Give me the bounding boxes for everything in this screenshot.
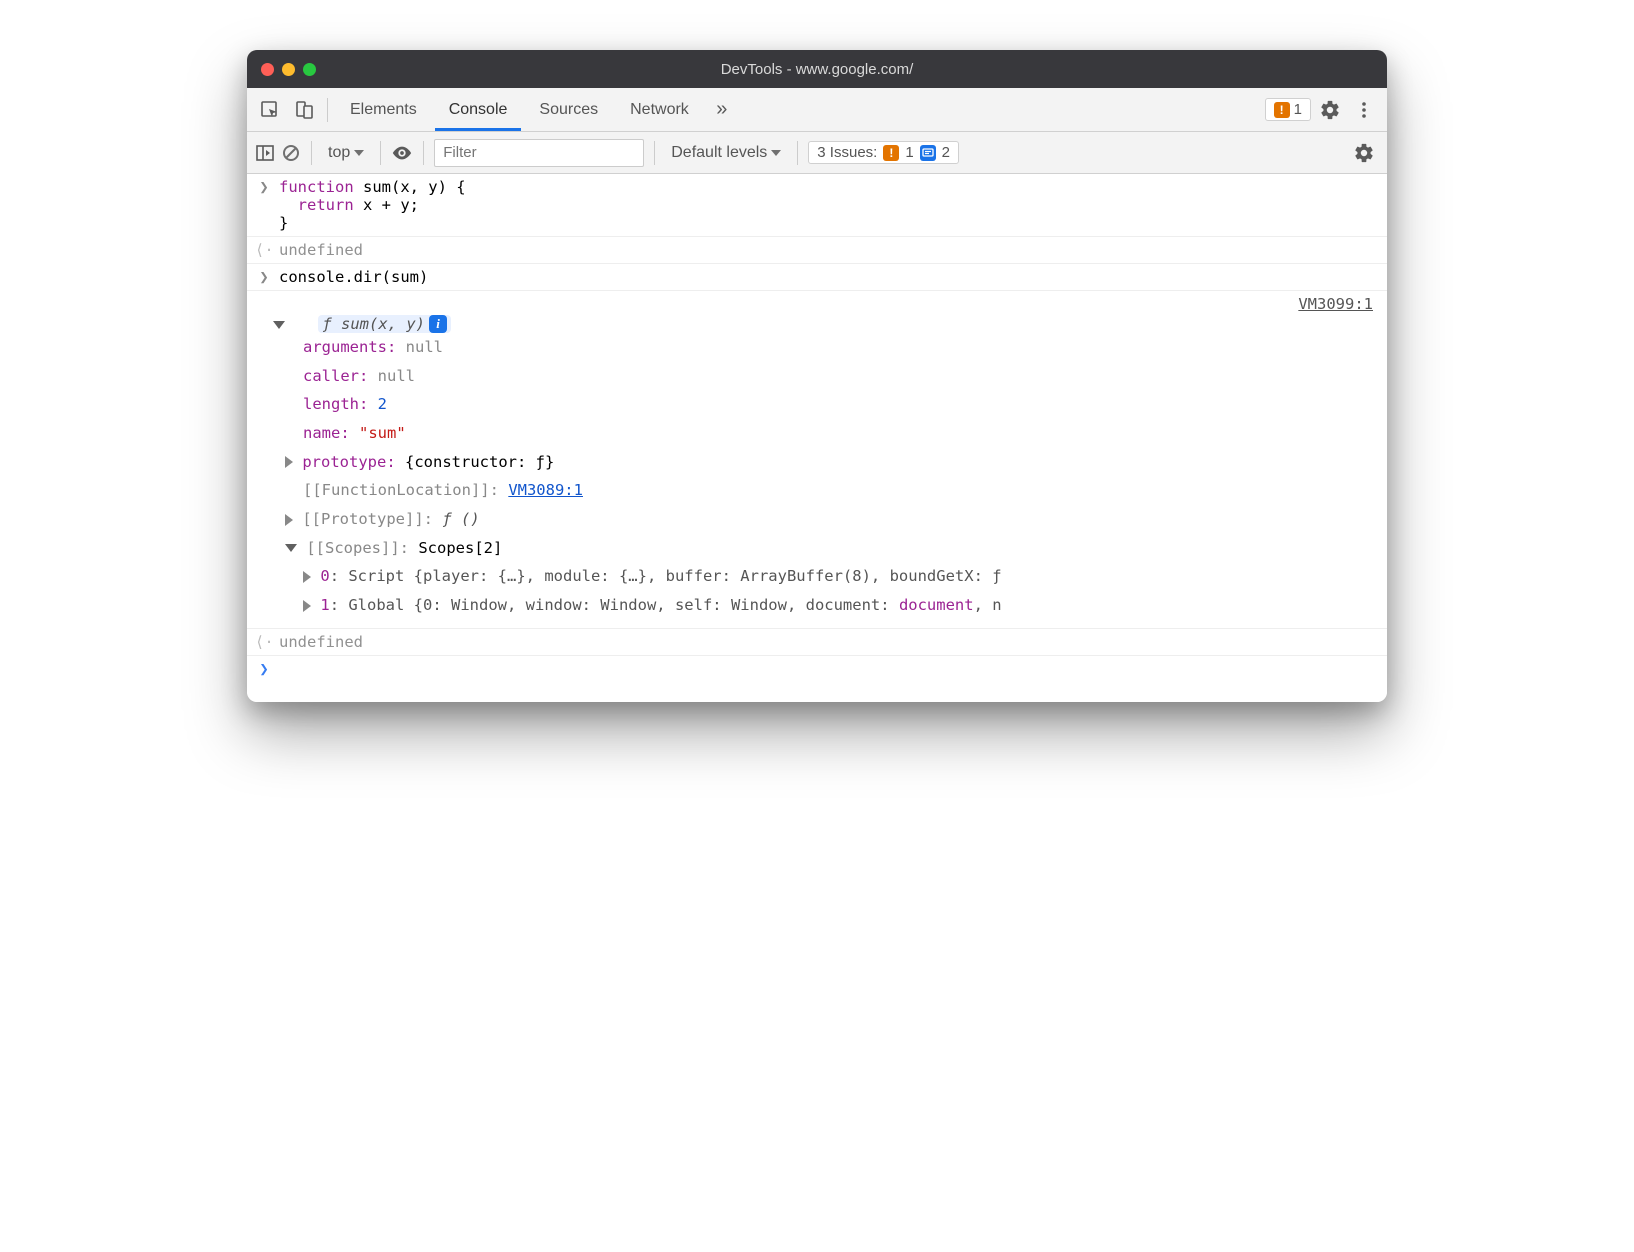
issues-info-count: 2 [942, 144, 950, 161]
context-label: top [328, 144, 350, 162]
prop-key: prototype: [302, 453, 395, 471]
tab-elements[interactable]: Elements [336, 88, 431, 131]
kebab-menu-icon[interactable] [1349, 95, 1379, 125]
live-expression-icon[interactable] [391, 142, 413, 164]
clear-console-icon[interactable] [281, 143, 301, 163]
console-code: console.dir(sum) [279, 268, 428, 286]
close-button[interactable] [261, 63, 274, 76]
expand-toggle-icon[interactable] [285, 456, 293, 468]
prop-key: arguments: [303, 338, 396, 356]
prop-value[interactable]: ƒ () [442, 510, 479, 528]
prop-value[interactable]: Scopes[2] [418, 539, 502, 557]
expand-toggle-icon[interactable] [303, 600, 311, 612]
input-chevron-icon: ❯ [255, 268, 273, 286]
function-location-link[interactable]: VM3089:1 [508, 481, 583, 499]
console-output-row: ⟨· undefined [247, 629, 1387, 656]
warning-icon: ! [883, 145, 899, 161]
output-chevron-icon: ⟨· [255, 241, 273, 259]
divider [380, 141, 381, 165]
issues-summary[interactable]: 3 Issues: ! 1 2 [808, 141, 959, 164]
console-output: undefined [279, 241, 363, 259]
prop-value[interactable]: {constructor: ƒ} [405, 453, 554, 471]
tab-sources[interactable]: Sources [525, 88, 612, 131]
prop-key: [[Prototype]]: [302, 510, 433, 528]
console-output: undefined [279, 633, 363, 651]
divider [797, 141, 798, 165]
console-prompt-input[interactable] [279, 660, 1377, 678]
console-output-row: ⟨· undefined [247, 237, 1387, 264]
inspect-element-icon[interactable] [255, 95, 285, 125]
expand-toggle-icon[interactable] [273, 321, 285, 329]
main-tabbar: Elements Console Sources Network » ! 1 [247, 88, 1387, 132]
expand-toggle-icon[interactable] [285, 514, 293, 526]
divider [423, 141, 424, 165]
prop-value: null [406, 338, 443, 356]
tab-network[interactable]: Network [616, 88, 703, 131]
console-object-row: VM3099:1 ƒ sum(x, y) i arguments: null c… [247, 291, 1387, 629]
zoom-button[interactable] [303, 63, 316, 76]
console-input-row: ❯ console.dir(sum) [247, 264, 1387, 291]
expand-toggle-icon[interactable] [285, 544, 297, 552]
devtools-window: DevTools - www.google.com/ Elements Cons… [247, 50, 1387, 702]
prop-value: , n [974, 596, 1002, 614]
prop-value: 2 [378, 395, 387, 413]
console-input-row: ❯ function sum(x, y) { return x + y; } [247, 174, 1387, 237]
issues-warn-count: 1 [905, 144, 913, 161]
prop-key: [[Scopes]]: [306, 539, 409, 557]
prop-value: document [899, 596, 974, 614]
divider [311, 141, 312, 165]
minimize-button[interactable] [282, 63, 295, 76]
device-toolbar-icon[interactable] [289, 95, 319, 125]
prop-key: name: [303, 424, 350, 442]
log-levels-selector[interactable]: Default levels [665, 142, 787, 164]
console-settings-icon[interactable] [1349, 138, 1379, 168]
issues-indicator[interactable]: ! 1 [1265, 98, 1311, 121]
object-properties: arguments: null caller: null length: 2 n… [303, 333, 1377, 620]
titlebar: DevTools - www.google.com/ [247, 50, 1387, 88]
info-icon [920, 145, 936, 161]
warning-icon: ! [1274, 102, 1290, 118]
levels-label: Default levels [671, 144, 767, 162]
prop-key: length: [303, 395, 368, 413]
input-chevron-icon: ❯ [255, 178, 273, 196]
prop-key: [[FunctionLocation]]: [303, 481, 499, 499]
chevron-down-icon [771, 150, 781, 156]
chevron-down-icon [354, 150, 364, 156]
prop-key: 0 [320, 567, 329, 585]
prop-value[interactable]: : Script {player: {…}, module: {…}, buff… [330, 567, 1002, 585]
settings-icon[interactable] [1315, 95, 1345, 125]
tab-console[interactable]: Console [435, 88, 522, 131]
prop-value: "sum" [359, 424, 406, 442]
more-tabs-icon[interactable]: » [707, 95, 737, 125]
prop-value: null [378, 367, 415, 385]
info-icon[interactable]: i [429, 315, 447, 333]
console-body: ❯ function sum(x, y) { return x + y; } ⟨… [247, 174, 1387, 702]
object-header[interactable]: ƒ sum(x, y) i [318, 315, 451, 333]
window-title: DevTools - www.google.com/ [247, 61, 1387, 78]
divider [654, 141, 655, 165]
toggle-sidebar-icon[interactable] [255, 143, 275, 163]
prop-key: 1 [320, 596, 329, 614]
console-code: function sum(x, y) { return x + y; } [279, 178, 466, 232]
filter-input[interactable] [434, 139, 644, 167]
output-chevron-icon: ⟨· [255, 633, 273, 651]
prompt-chevron-icon: ❯ [255, 660, 273, 678]
function-signature: ƒ sum(x, y) [322, 315, 425, 333]
source-link[interactable]: VM3099:1 [1298, 295, 1377, 313]
context-selector[interactable]: top [322, 142, 370, 164]
issues-count: 1 [1294, 101, 1302, 118]
expand-toggle-icon[interactable] [303, 571, 311, 583]
prop-value[interactable]: : Global {0: Window, window: Window, sel… [330, 596, 899, 614]
console-prompt-row[interactable]: ❯ [247, 656, 1387, 702]
console-toolbar: top Default levels 3 Issues: ! 1 2 [247, 132, 1387, 174]
prop-key: caller: [303, 367, 368, 385]
traffic-lights [261, 63, 316, 76]
divider [327, 98, 328, 122]
issues-label: 3 Issues: [817, 144, 877, 161]
